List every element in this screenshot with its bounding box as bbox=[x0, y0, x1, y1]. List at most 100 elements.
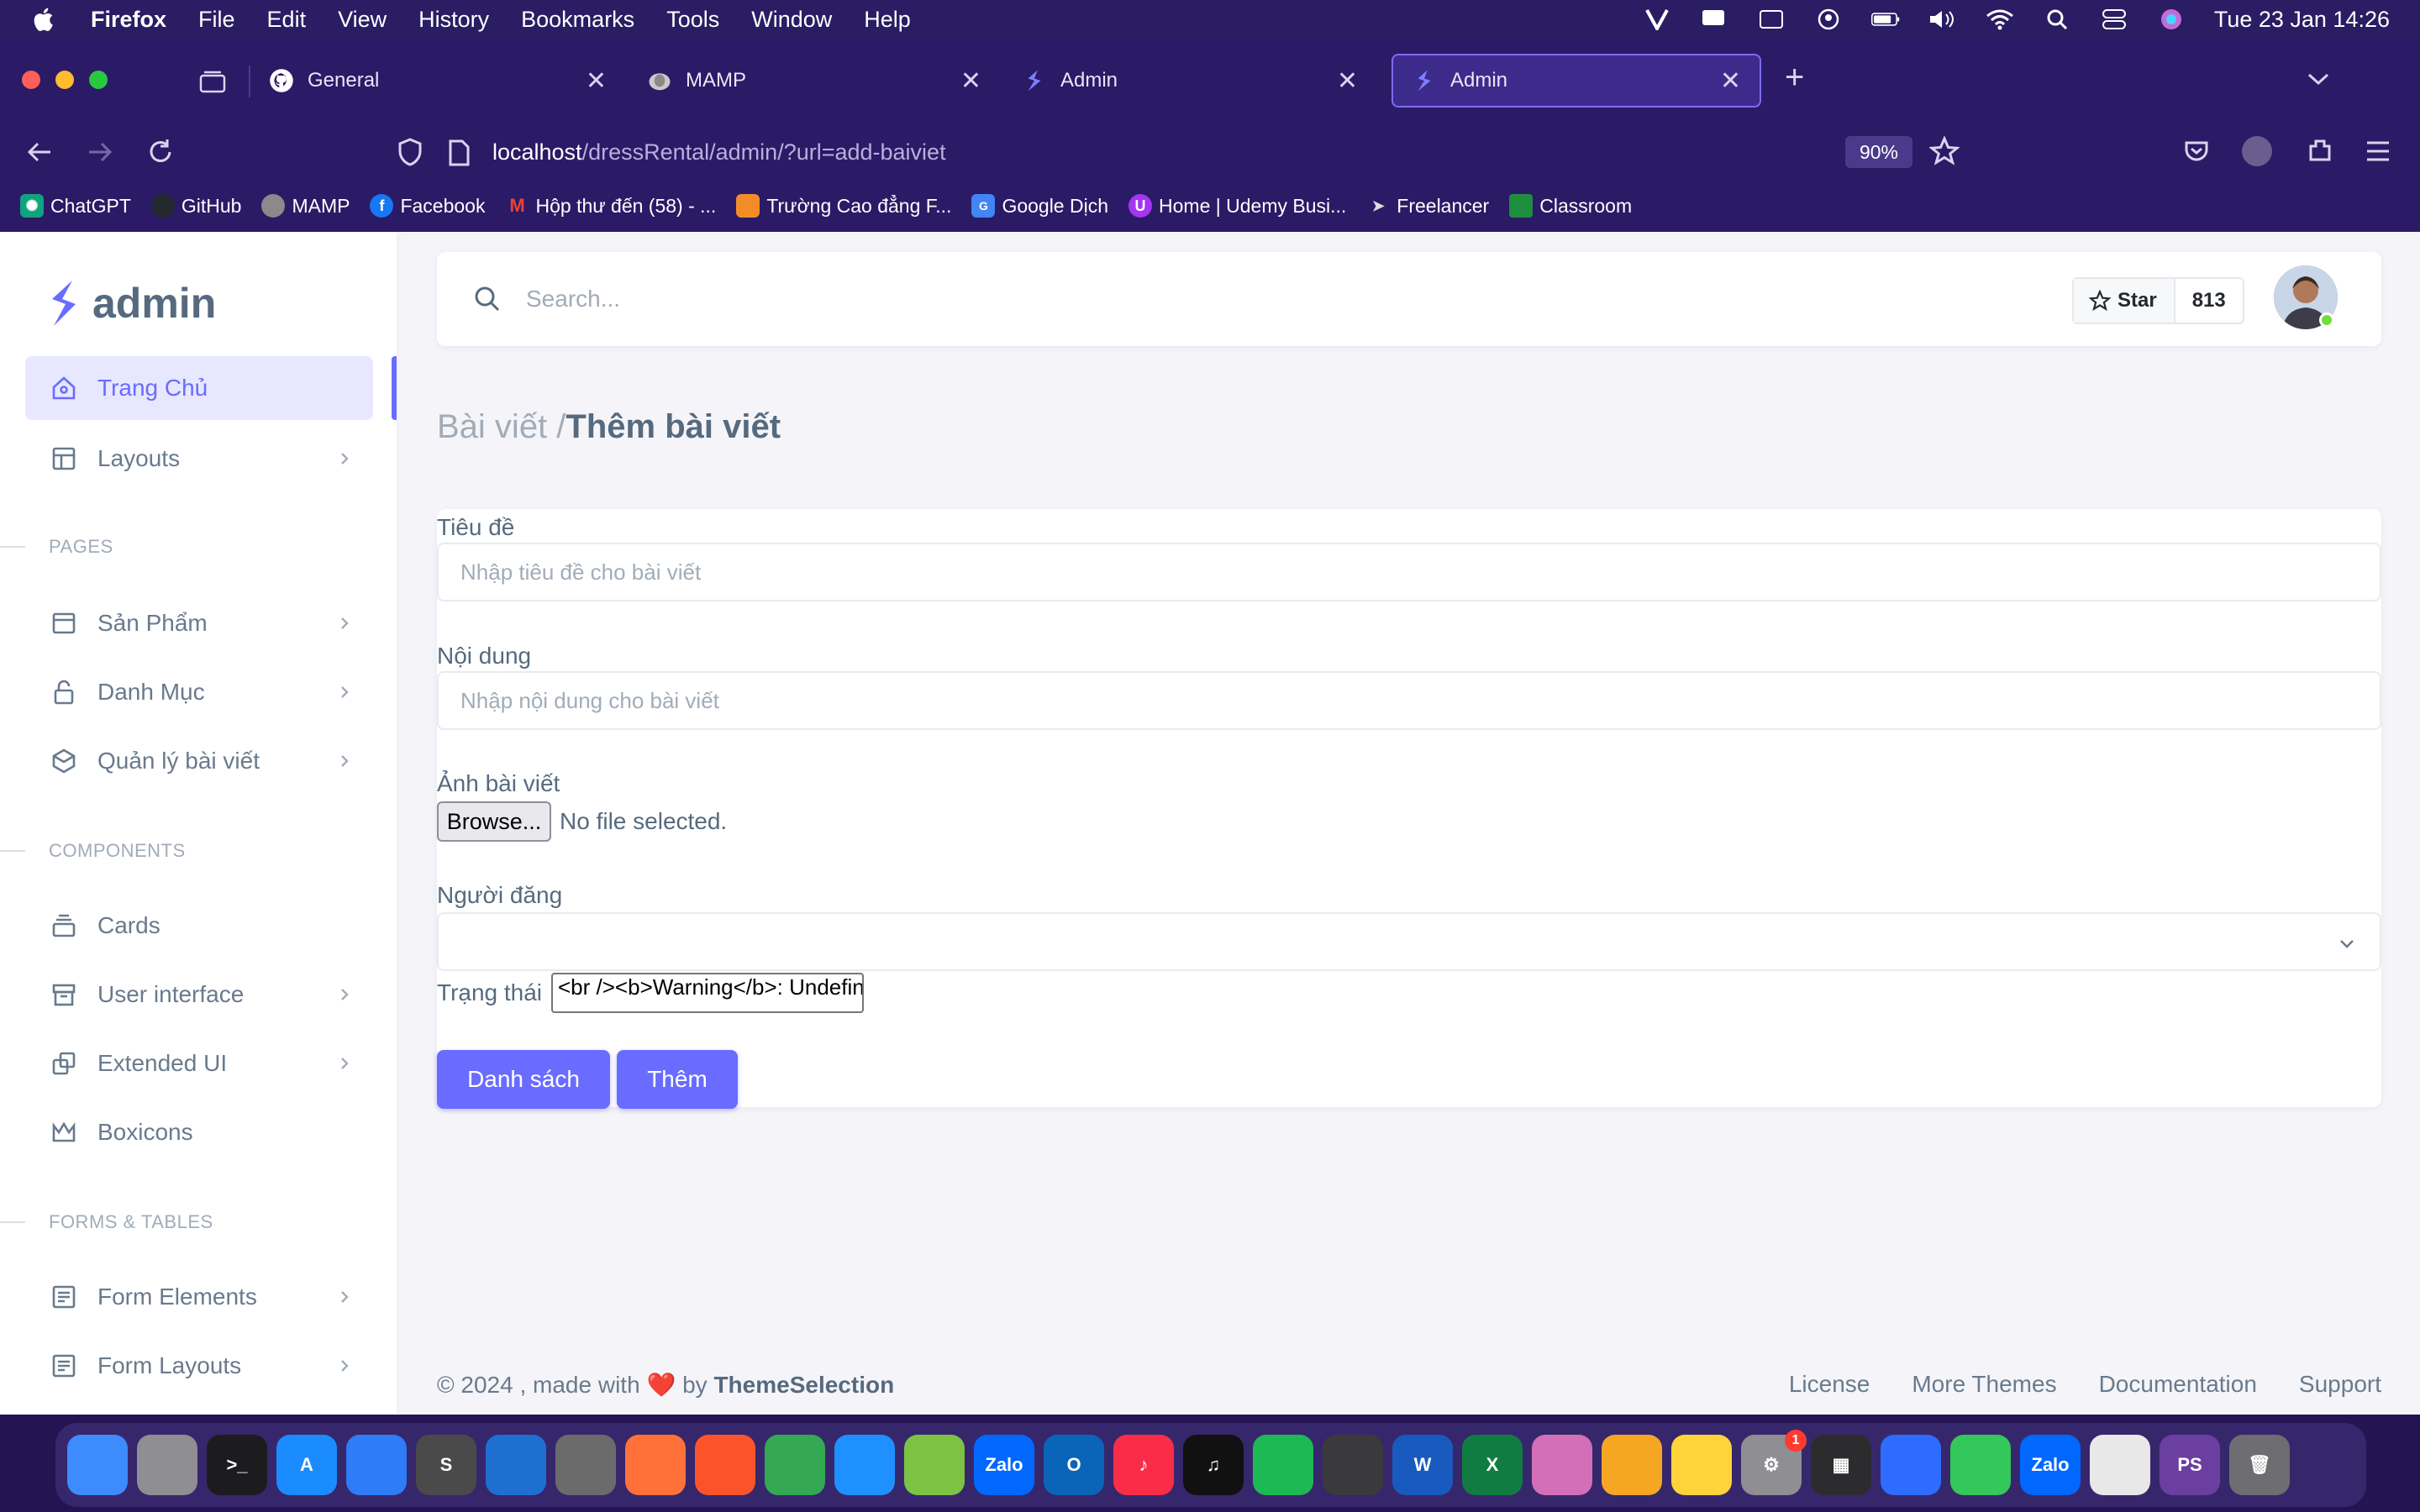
megaphone-icon[interactable] bbox=[1700, 7, 1728, 32]
shield-icon[interactable] bbox=[397, 138, 424, 166]
content-input[interactable] bbox=[437, 671, 2381, 730]
outlook-icon[interactable]: O bbox=[1044, 1435, 1104, 1495]
back-icon[interactable] bbox=[25, 138, 54, 166]
word-icon[interactable]: W bbox=[1392, 1435, 1453, 1495]
calculator-icon[interactable]: ▦ bbox=[1811, 1435, 1871, 1495]
bookmark-udemy[interactable]: U Home | Udemy Busi... bbox=[1128, 194, 1346, 218]
music-icon[interactable]: ♪ bbox=[1113, 1435, 1174, 1495]
close-tab-icon[interactable]: ✕ bbox=[1720, 66, 1741, 96]
menu-window[interactable]: Window bbox=[751, 7, 832, 33]
control-center-icon[interactable] bbox=[2100, 7, 2128, 32]
textedit-icon[interactable] bbox=[2090, 1435, 2150, 1495]
imac-icon[interactable] bbox=[1532, 1435, 1592, 1495]
brave-icon[interactable] bbox=[695, 1435, 755, 1495]
star-button[interactable]: Star bbox=[2074, 279, 2175, 323]
menu-bookmarks[interactable]: Bookmarks bbox=[521, 7, 634, 33]
arc-icon[interactable] bbox=[1881, 1435, 1941, 1495]
bookmark-mamp[interactable]: MAMP bbox=[261, 194, 350, 218]
reload-icon[interactable] bbox=[146, 138, 175, 166]
footer-link-documentation[interactable]: Documentation bbox=[2099, 1371, 2257, 1398]
bookmark-classroom[interactable]: Classroom bbox=[1509, 194, 1632, 218]
new-tab-button[interactable]: + bbox=[1785, 59, 1804, 97]
hamburger-menu-icon[interactable] bbox=[2365, 139, 2391, 163]
excel-icon[interactable]: X bbox=[1462, 1435, 1523, 1495]
firefox-icon[interactable] bbox=[625, 1435, 686, 1495]
sidebar-item-home[interactable]: Trang Chủ bbox=[25, 356, 373, 420]
settings-icon[interactable]: ⚙ 1 bbox=[1741, 1430, 1807, 1495]
sidebar-item-boxicons[interactable]: Boxicons bbox=[25, 1100, 373, 1164]
volume-icon[interactable] bbox=[1928, 7, 1957, 32]
zalo-icon-2[interactable]: Zalo bbox=[2020, 1435, 2081, 1495]
menu-history[interactable]: History bbox=[418, 7, 489, 33]
trash-icon[interactable]: 🗑 bbox=[2229, 1435, 2290, 1495]
sidebar-item-form-elements[interactable]: Form Elements bbox=[25, 1265, 373, 1329]
bookmark-gmail[interactable]: M Hộp thư đến (58) - ... bbox=[505, 194, 716, 218]
add-button[interactable]: Thêm bbox=[617, 1050, 738, 1109]
phpstorm-icon[interactable]: PS bbox=[2160, 1435, 2220, 1495]
keyboard-icon[interactable] bbox=[1757, 7, 1786, 32]
footer-link-support[interactable]: Support bbox=[2299, 1371, 2381, 1398]
tab-overview-icon[interactable] bbox=[198, 69, 227, 94]
search-input[interactable] bbox=[526, 276, 1618, 323]
brand-logo[interactable]: admin bbox=[47, 279, 216, 328]
sidebar-item-form-layouts[interactable]: Form Layouts bbox=[25, 1334, 373, 1398]
garageband-icon[interactable] bbox=[1602, 1435, 1662, 1495]
tab-list-icon[interactable] bbox=[2306, 71, 2331, 87]
breadcrumb-parent[interactable]: Bài viết / bbox=[437, 408, 566, 445]
bookmark-github[interactable]: GitHub bbox=[150, 194, 241, 218]
footer-brand-link[interactable]: ThemeSelection bbox=[713, 1372, 894, 1398]
browse-file-button[interactable]: Browse... bbox=[437, 801, 551, 842]
facetime-icon[interactable] bbox=[1950, 1435, 2011, 1495]
close-tab-icon[interactable]: ✕ bbox=[1337, 66, 1358, 96]
spotlight-icon[interactable] bbox=[2043, 7, 2071, 32]
battery-icon[interactable] bbox=[1870, 7, 1900, 32]
menu-view[interactable]: View bbox=[338, 7, 387, 33]
title-input[interactable] bbox=[437, 543, 2381, 601]
extensions-icon[interactable] bbox=[2306, 136, 2334, 165]
zoom-level-badge[interactable]: 90% bbox=[1845, 136, 1912, 168]
bookmark-college[interactable]: Trường Cao đẳng F... bbox=[736, 194, 951, 218]
bookmark-google-translate[interactable]: G Google Dịch bbox=[971, 194, 1108, 218]
vpn-icon[interactable] bbox=[1643, 7, 1671, 32]
pocket-icon[interactable] bbox=[2183, 138, 2210, 165]
notes-icon[interactable] bbox=[1671, 1435, 1732, 1495]
menu-file[interactable]: File bbox=[198, 7, 235, 33]
minimize-window-button[interactable] bbox=[55, 71, 74, 89]
menu-help[interactable]: Help bbox=[864, 7, 911, 33]
close-tab-icon[interactable]: ✕ bbox=[586, 66, 607, 96]
sidebar-item-layouts[interactable]: Layouts bbox=[25, 427, 373, 491]
list-button[interactable]: Danh sách bbox=[437, 1050, 610, 1109]
menu-edit[interactable]: Edit bbox=[267, 7, 307, 33]
close-window-button[interactable] bbox=[22, 71, 40, 89]
tab-mamp[interactable]: MAMP ✕ bbox=[629, 54, 1000, 108]
bookmark-star-icon[interactable] bbox=[1929, 136, 1960, 166]
status-input[interactable]: <br /><b>Warning</b>: Undefined bbox=[551, 973, 864, 1013]
user-circle-icon[interactable] bbox=[1814, 7, 1843, 32]
account-avatar-icon[interactable] bbox=[2242, 136, 2272, 166]
bookmark-freelancer[interactable]: ➤ Freelancer bbox=[1366, 194, 1489, 218]
github-star-button[interactable]: Star 813 bbox=[2072, 277, 2244, 324]
tab-admin-active[interactable]: Admin ✕ bbox=[1392, 54, 1761, 108]
close-tab-icon[interactable]: ✕ bbox=[960, 66, 981, 96]
coccoc-icon[interactable] bbox=[904, 1435, 965, 1495]
chrome-icon[interactable] bbox=[765, 1435, 825, 1495]
star-count[interactable]: 813 bbox=[2175, 279, 2243, 323]
vscode-icon[interactable] bbox=[486, 1435, 546, 1495]
finder-icon[interactable] bbox=[67, 1435, 128, 1495]
zoom-window-button[interactable] bbox=[89, 71, 108, 89]
sidebar-item-categories[interactable]: Danh Mục bbox=[25, 660, 373, 724]
capcut-icon[interactable]: ♫ bbox=[1183, 1435, 1244, 1495]
forward-icon[interactable] bbox=[86, 138, 114, 166]
siri-icon[interactable] bbox=[2157, 7, 2186, 32]
footer-link-license[interactable]: License bbox=[1789, 1371, 1870, 1398]
sidebar-item-posts[interactable]: Quản lý bài viết bbox=[25, 729, 373, 793]
xcode-icon[interactable] bbox=[346, 1435, 407, 1495]
sublime-icon[interactable]: S bbox=[416, 1435, 476, 1495]
sidebar-item-cards[interactable]: Cards bbox=[25, 894, 373, 958]
menu-tools[interactable]: Tools bbox=[666, 7, 719, 33]
terminal-icon[interactable]: >_ bbox=[207, 1435, 267, 1495]
footer-link-more-themes[interactable]: More Themes bbox=[1912, 1371, 2056, 1398]
bookmark-facebook[interactable]: f Facebook bbox=[370, 194, 485, 218]
spotify-icon[interactable] bbox=[1253, 1435, 1313, 1495]
tab-general[interactable]: General ✕ bbox=[250, 54, 625, 108]
